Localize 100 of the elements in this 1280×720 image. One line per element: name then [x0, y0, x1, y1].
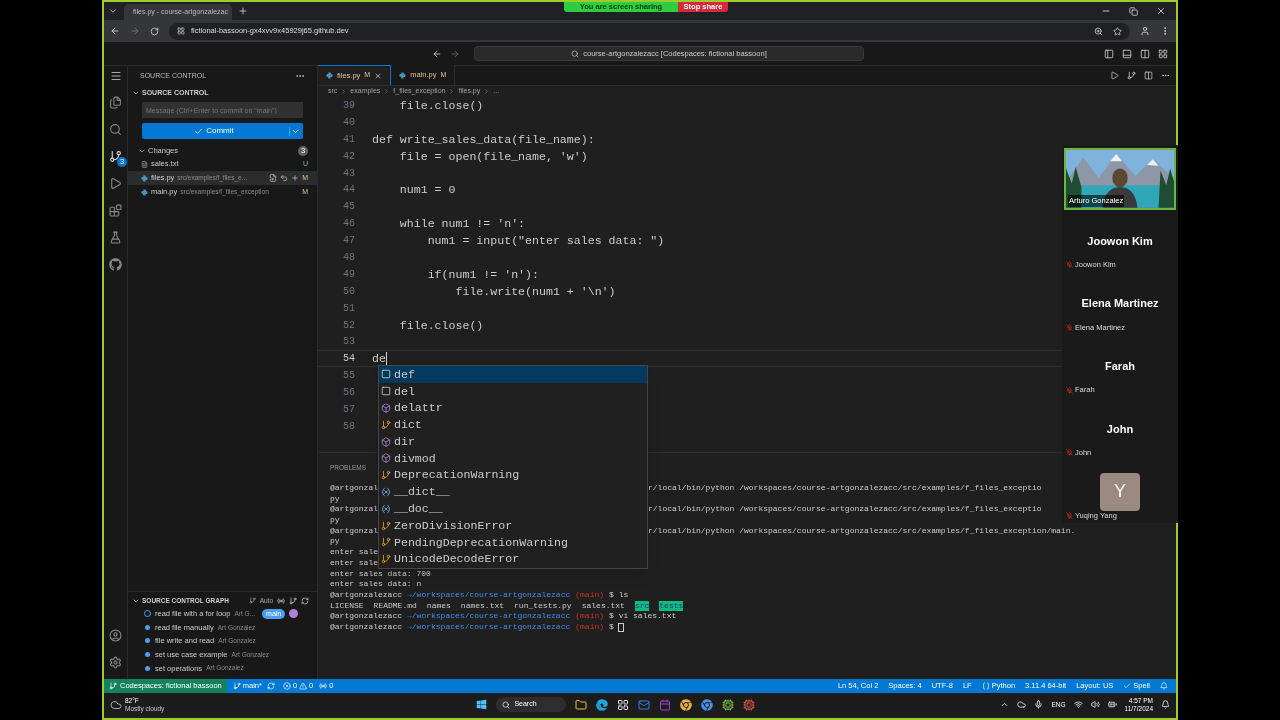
code-line: file.write(num1 + '\n') — [454, 283, 616, 299]
account-icon[interactable] — [109, 629, 122, 642]
chevron-icon — [340, 88, 348, 95]
commit-button[interactable]: Commit — [142, 123, 303, 139]
suggestion-item[interactable]: divmod — [379, 450, 647, 467]
toggle-panel-icon[interactable] — [1122, 48, 1132, 59]
suggestion-item[interactable]: dict — [379, 416, 647, 434]
code-line: file = open(file_name, 'w') — [398, 148, 588, 164]
tab-list-icon[interactable] — [108, 6, 118, 16]
zoom-icon[interactable] — [1094, 26, 1103, 36]
source-control-icon[interactable] — [109, 150, 122, 163]
toggle-sidebar-icon[interactable] — [1104, 48, 1114, 59]
onedrive-icon[interactable] — [1017, 700, 1027, 709]
suggestion-item[interactable]: DeprecationWarning — [379, 466, 647, 484]
start-icon[interactable] — [476, 699, 488, 710]
line-number: 40 — [342, 115, 356, 130]
layout-icon[interactable] — [1158, 48, 1168, 59]
prompt-path: →/workspaces/course-artgonzalezacc — [407, 621, 571, 633]
suggestion-item[interactable]: __dict__ — [379, 483, 647, 501]
testing-icon[interactable] — [109, 231, 122, 244]
search-icon[interactable] — [109, 123, 122, 136]
suggestion-item[interactable]: dir — [379, 433, 647, 450]
function-icon — [381, 436, 391, 447]
app-icon[interactable] — [743, 698, 756, 711]
terminal-text: py — [330, 493, 340, 503]
run-icon[interactable] — [1110, 71, 1119, 80]
site-info-icon[interactable] — [177, 27, 185, 35]
reload-icon[interactable] — [150, 26, 159, 36]
terminal-text: py — [330, 515, 340, 525]
battery-icon[interactable] — [1107, 700, 1117, 709]
notifications-icon[interactable] — [1161, 700, 1170, 709]
code-line: de — [372, 351, 386, 367]
prompt-command: $ — [609, 621, 614, 633]
line-number: 43 — [342, 166, 356, 181]
suggestion-item[interactable]: ZeroDivisionError — [379, 517, 647, 534]
bookmark-icon[interactable] — [1113, 26, 1122, 36]
stage-icon[interactable] — [291, 174, 300, 182]
suggestion-item[interactable]: delattr — [379, 399, 647, 417]
run-debug-icon[interactable] — [109, 177, 122, 190]
more-icon[interactable] — [1161, 71, 1170, 80]
close-icon[interactable] — [1156, 6, 1166, 16]
edge-icon[interactable] — [596, 698, 609, 711]
restore-icon[interactable] — [1129, 6, 1138, 16]
back-icon[interactable] — [110, 26, 120, 36]
prompt-branch: (main) — [575, 611, 605, 622]
suggestion-item[interactable]: PendingDeprecationWarning — [379, 533, 647, 551]
check-icon — [194, 126, 204, 136]
microphone-icon[interactable] — [1034, 700, 1044, 709]
terminal-text: @artgonzal — [330, 525, 378, 535]
extensions-icon[interactable] — [109, 204, 122, 217]
keyword-icon — [381, 369, 391, 380]
explorer-icon[interactable] — [109, 96, 122, 109]
file-explorer-icon[interactable] — [575, 698, 588, 711]
chevron-icon[interactable] — [132, 89, 140, 97]
back-icon[interactable] — [432, 48, 442, 59]
menu-icon[interactable] — [109, 70, 122, 82]
line-number: 46 — [342, 217, 356, 232]
suggestion-item[interactable]: del — [379, 382, 647, 400]
split-editor-icon[interactable] — [1144, 71, 1153, 80]
volume-icon[interactable] — [1090, 700, 1100, 709]
new-tab-icon[interactable] — [238, 6, 248, 16]
python-file-icon — [141, 174, 148, 182]
store-icon[interactable] — [617, 698, 630, 711]
terminal-cursor — [617, 622, 624, 632]
function-icon — [381, 403, 391, 413]
terminal-text: enter sales data: 700 — [330, 568, 431, 578]
settings-icon[interactable] — [109, 656, 122, 669]
line-number: 45 — [342, 200, 356, 215]
refresh-icon[interactable] — [301, 596, 309, 605]
mail-icon[interactable] — [638, 698, 651, 711]
file-name: names — [426, 600, 451, 612]
braces-icon — [981, 682, 990, 690]
weather-icon[interactable] — [110, 698, 122, 711]
open-file-icon[interactable] — [269, 174, 278, 182]
github-icon[interactable] — [109, 258, 122, 271]
tray-overflow-icon[interactable] — [1000, 700, 1010, 709]
dropdown-icon[interactable] — [289, 126, 300, 136]
chrome-icon[interactable] — [701, 698, 714, 711]
terminal-text: @artgonzal — [330, 483, 378, 492]
prompt-path: →/workspaces/course-artgonzalezacc — [407, 611, 571, 622]
python-file-icon — [141, 188, 148, 196]
branch-icon[interactable] — [248, 597, 256, 604]
profile-icon[interactable] — [1140, 26, 1150, 36]
class-icon — [381, 520, 391, 531]
suggestion-item[interactable]: def — [379, 366, 647, 383]
prompt-path: →/workspaces/course-artgonzalezacc — [407, 589, 571, 601]
app-icon[interactable] — [722, 698, 735, 711]
wifi-icon[interactable] — [1073, 700, 1083, 709]
suggestion-item[interactable]: __doc__ — [379, 500, 647, 518]
line-number: 53 — [342, 335, 356, 350]
discard-icon[interactable] — [280, 174, 289, 182]
line-number: 49 — [342, 267, 356, 282]
close-icon[interactable] — [374, 71, 383, 80]
line-number: 41 — [342, 132, 356, 147]
chevron-icon — [383, 88, 391, 95]
toggle-secondary-sidebar-icon[interactable] — [1140, 48, 1150, 59]
chrome-icon[interactable] — [680, 698, 693, 711]
directory-name: src — [634, 600, 650, 612]
suggestion-item[interactable]: UnicodeDecodeError — [379, 550, 647, 568]
sync-icon[interactable] — [266, 682, 275, 690]
